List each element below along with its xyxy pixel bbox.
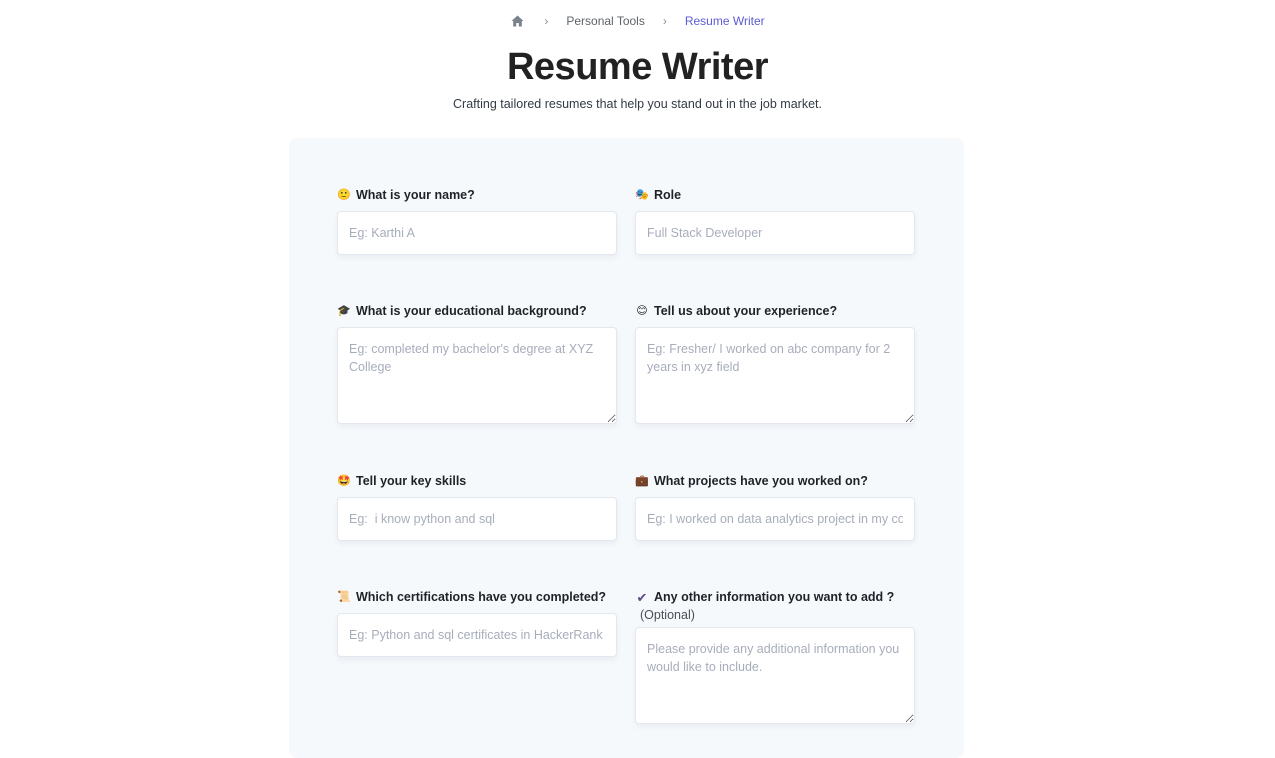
name-field-group: 🙂 What is your name? [337, 187, 617, 255]
name-input[interactable] [337, 211, 617, 255]
certifications-input[interactable] [337, 613, 617, 657]
breadcrumb-personal-tools[interactable]: Personal Tools [566, 14, 645, 28]
projects-field-group: 💼 What projects have you worked on? [635, 473, 915, 541]
role-label: 🎭 Role [635, 187, 915, 203]
skills-label: 🤩 Tell your key skills [337, 473, 617, 489]
other-info-field-group: ✔ Any other information you want to add … [635, 589, 915, 729]
check-mark-icon: ✔ [636, 589, 648, 605]
scroll-icon: 📜 [337, 590, 351, 603]
education-label: 🎓 What is your educational background? [337, 303, 617, 319]
slightly-smiling-face-icon: 🙂 [337, 188, 351, 201]
experience-label-text: Tell us about your experience? [654, 304, 838, 318]
smiling-face-icon: 😊 [636, 304, 648, 317]
experience-textarea[interactable] [635, 327, 915, 424]
projects-label-text: What projects have you worked on? [654, 474, 868, 488]
star-struck-icon: 🤩 [337, 474, 351, 487]
role-label-text: Role [654, 188, 682, 202]
name-label-text: What is your name? [356, 188, 475, 202]
skills-label-text: Tell your key skills [356, 474, 467, 488]
education-field-group: 🎓 What is your educational background? [337, 303, 617, 429]
page-subtitle: Crafting tailored resumes that help you … [453, 97, 822, 111]
name-label: 🙂 What is your name? [337, 187, 617, 203]
other-info-label-text: Any other information you want to add ? [654, 590, 895, 604]
briefcase-icon: 💼 [635, 474, 649, 487]
experience-field-group: 😊 Tell us about your experience? [635, 303, 915, 429]
optional-hint: (Optional) [640, 608, 695, 622]
page-title: Resume Writer [506, 46, 769, 88]
certifications-label-text: Which certifications have you completed? [356, 590, 607, 604]
projects-input[interactable] [635, 497, 915, 541]
other-info-textarea[interactable] [635, 627, 915, 724]
education-label-text: What is your educational background? [356, 304, 587, 318]
experience-label: 😊 Tell us about your experience? [635, 303, 915, 319]
role-input[interactable] [635, 211, 915, 255]
home-icon[interactable] [510, 14, 524, 28]
performing-arts-icon: 🎭 [635, 188, 649, 201]
resume-form-panel: 🙂 What is your name? 🎭 Role 🎓 What is yo… [289, 138, 964, 758]
skills-input[interactable] [337, 497, 617, 541]
other-info-label: ✔ Any other information you want to add … [635, 589, 915, 605]
role-field-group: 🎭 Role [635, 187, 915, 255]
education-textarea[interactable] [337, 327, 617, 424]
graduation-cap-icon: 🎓 [337, 304, 351, 317]
chevron-right-icon: › [544, 14, 549, 28]
breadcrumb: › Personal Tools › Resume Writer [0, 14, 1275, 28]
skills-field-group: 🤩 Tell your key skills [337, 473, 617, 541]
certifications-label: 📜 Which certifications have you complete… [337, 589, 617, 605]
certifications-field-group: 📜 Which certifications have you complete… [337, 589, 617, 657]
breadcrumb-resume-writer[interactable]: Resume Writer [685, 14, 765, 28]
chevron-right-icon: › [662, 14, 667, 28]
projects-label: 💼 What projects have you worked on? [635, 473, 915, 489]
